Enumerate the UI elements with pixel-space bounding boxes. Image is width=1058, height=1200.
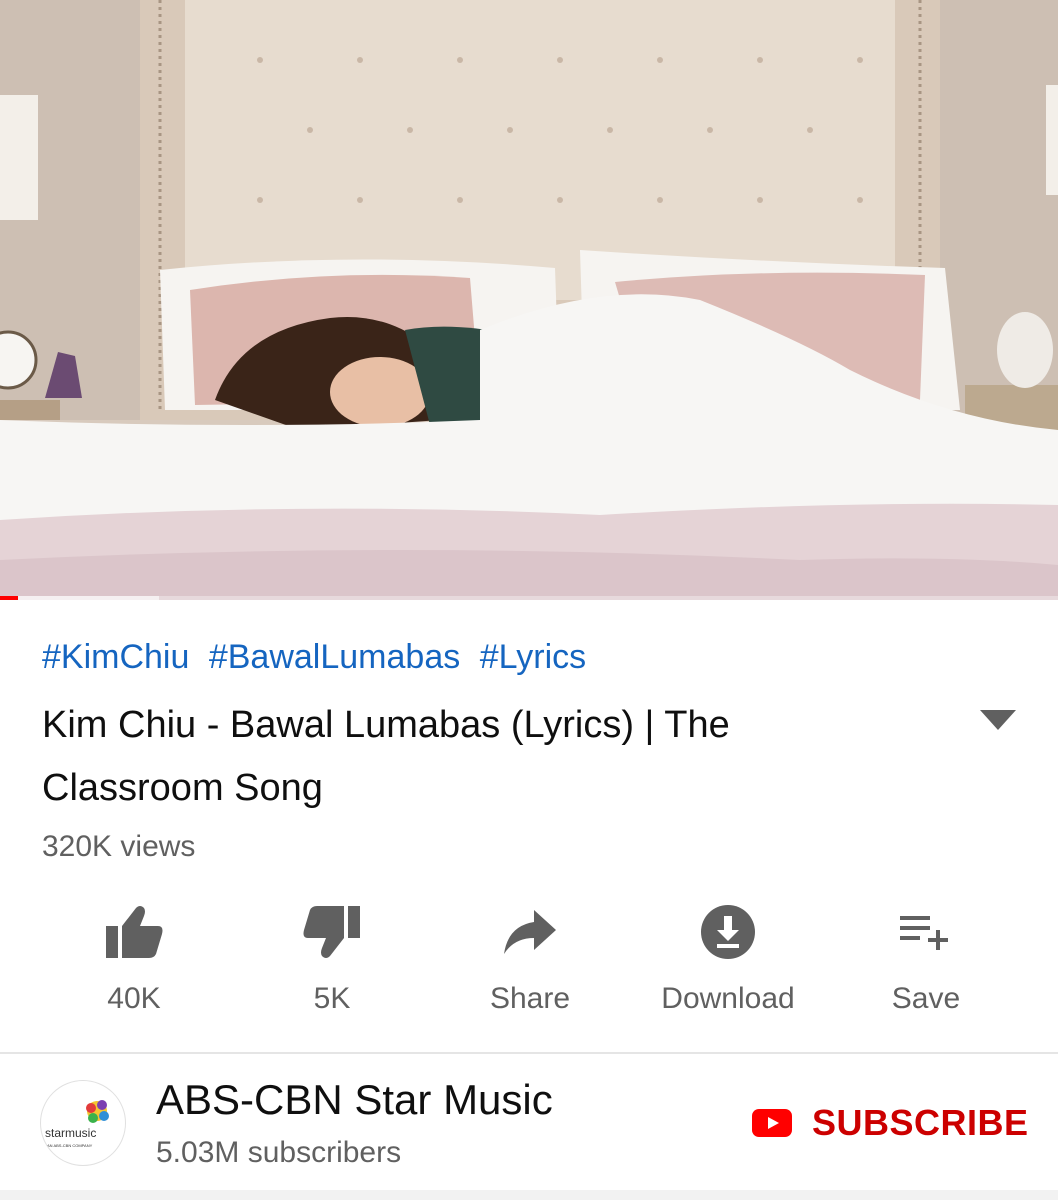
avatar-text: starmusic	[45, 1126, 96, 1140]
like-count: 40K	[107, 982, 161, 1015]
divider	[0, 1052, 1058, 1054]
save-playlist-icon	[894, 900, 958, 964]
share-icon	[498, 900, 562, 964]
share-button[interactable]: Share	[432, 900, 628, 1030]
subscriber-count: 5.03M subscribers	[156, 1136, 402, 1169]
thumbs-up-icon	[102, 900, 166, 964]
dislike-count: 5K	[313, 982, 351, 1015]
download-icon	[696, 900, 760, 964]
hashtag-link[interactable]: #Lyrics	[480, 638, 586, 676]
chevron-down-icon[interactable]	[980, 710, 1016, 730]
subscribe-label: SUBSCRIBE	[812, 1102, 1029, 1143]
progress-buffer	[0, 596, 159, 600]
progress-bar[interactable]	[0, 596, 1058, 600]
hashtag-link[interactable]: #KimChiu	[42, 638, 189, 676]
bottom-edge	[0, 1190, 1058, 1200]
avatar-subtext: AN ABS-CBN COMPANY	[47, 1143, 93, 1148]
channel-avatar[interactable]: starmusic AN ABS-CBN COMPANY	[40, 1080, 126, 1166]
download-label: Download	[661, 982, 795, 1015]
youtube-logo-icon	[752, 1109, 792, 1137]
like-button[interactable]: 40K	[36, 900, 232, 1030]
hashtag-link[interactable]: #BawalLumabas	[209, 638, 460, 676]
video-player[interactable]	[0, 0, 1058, 600]
video-thumbnail	[0, 0, 1058, 600]
video-title[interactable]: Kim Chiu - Bawal Lumabas (Lyrics) | The …	[42, 694, 902, 820]
download-button[interactable]: Download	[630, 900, 826, 1030]
view-count: 320K views	[42, 830, 196, 863]
save-label: Save	[891, 982, 961, 1015]
hashtags: #KimChiu #BawalLumabas #Lyrics	[42, 638, 596, 677]
dislike-button[interactable]: 5K	[234, 900, 430, 1030]
subscribe-button[interactable]: SUBSCRIBE	[752, 1100, 1029, 1146]
share-label: Share	[489, 982, 571, 1015]
channel-name[interactable]: ABS-CBN Star Music	[156, 1076, 553, 1124]
save-button[interactable]: Save	[828, 900, 1024, 1030]
thumbs-down-icon	[300, 900, 364, 964]
progress-played	[0, 596, 18, 600]
action-bar: 40K 5K Share Download Save	[36, 900, 1024, 1030]
